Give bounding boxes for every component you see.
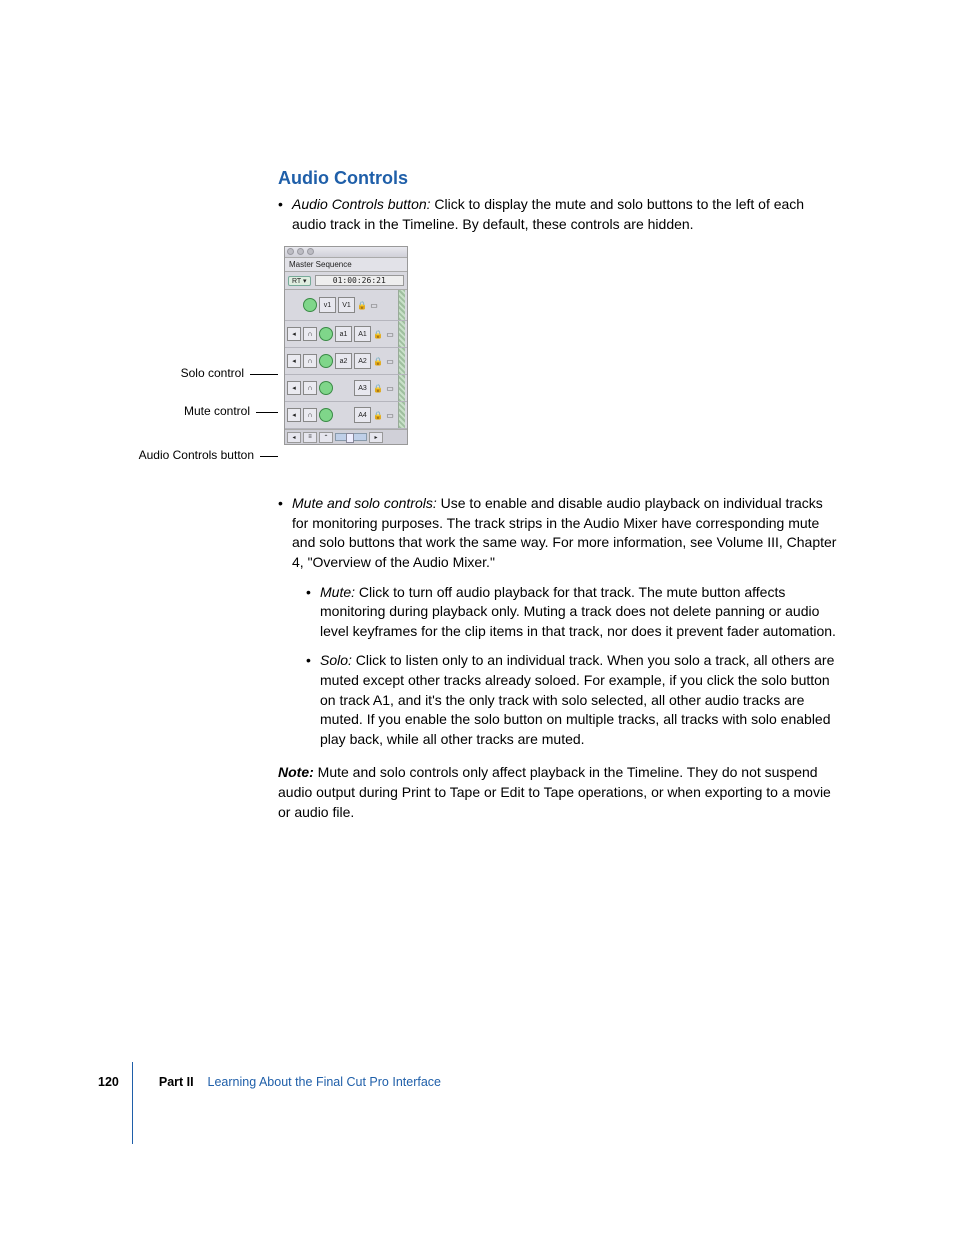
bullet-text: Click to listen only to an individual tr… [320,652,834,746]
page-footer: 120 Part II Learning About the Final Cut… [98,1075,441,1089]
timeline-panel: Master Sequence RT ▾ 01:00:26:21 v1 V1 🔒… [284,246,408,445]
term: Mute and solo controls: [292,495,437,511]
part-title: Learning About the Final Cut Pro Interfa… [208,1075,441,1089]
sub-bullet-mute: Mute: Click to turn off audio playback f… [306,583,838,642]
bullet-text: Click to turn off audio playback for tha… [320,584,836,639]
clip-overlays-button[interactable]: ≡ [303,432,317,443]
zoom-slider[interactable] [335,433,367,441]
dest-track-label[interactable]: A2 [354,353,371,369]
source-track-label[interactable]: v1 [319,297,336,313]
audible-toggle-icon[interactable] [319,327,333,341]
mute-button[interactable]: ◂ [287,408,301,422]
source-track-label[interactable]: a1 [335,326,352,342]
dest-track-label[interactable]: A4 [354,407,371,423]
callout-column: Solo control Mute control Audio Controls… [118,246,278,476]
sub-bullet-list: Mute: Click to turn off audio playback f… [306,583,838,750]
clip-edge [398,348,405,374]
sub-bullet-solo: Solo: Click to listen only to an individ… [306,651,838,749]
audible-toggle-icon[interactable] [319,354,333,368]
callout-audio-controls-button: Audio Controls button [139,448,278,462]
bullet-audio-controls-button: Audio Controls button: Click to display … [278,195,838,234]
term: Audio Controls button: [292,196,431,212]
audible-toggle-icon[interactable] [319,408,333,422]
page-number: 120 [98,1075,119,1089]
audio-controls-button[interactable]: ◂ [287,432,301,443]
track-row-a3: ◂ ∩ A3 🔒 ▭ [285,375,407,402]
note-paragraph: Note: Mute and solo controls only affect… [278,763,838,822]
track-row-a4: ◂ ∩ A4 🔒 ▭ [285,402,407,429]
solo-button[interactable]: ∩ [303,327,317,341]
track-vis-icon[interactable]: ▭ [385,355,395,367]
track-height-button[interactable]: ⌃ [319,432,333,443]
timeline-header: RT ▾ 01:00:26:21 [285,272,407,290]
section-heading: Audio Controls [278,168,838,189]
mute-button[interactable]: ◂ [287,354,301,368]
window-titlebar [285,247,407,258]
figure: Solo control Mute control Audio Controls… [278,246,838,476]
mute-button[interactable]: ◂ [287,381,301,395]
term: Solo: [320,652,352,668]
track-row-a1: ◂ ∩ a1 A1 🔒 ▭ [285,321,407,348]
scroll-right-button[interactable]: ▸ [369,432,383,443]
current-timecode[interactable]: 01:00:26:21 [315,275,404,286]
audible-toggle-icon[interactable] [319,381,333,395]
part-label: Part II [159,1075,194,1089]
callout-mute: Mute control [184,404,278,418]
source-track-label[interactable]: a2 [335,353,352,369]
mute-button[interactable]: ◂ [287,327,301,341]
lock-icon[interactable]: 🔒 [373,328,383,340]
rt-popup-button[interactable]: RT ▾ [288,276,311,286]
track-vis-icon[interactable]: ▭ [385,409,395,421]
footer-text: Part II Learning About the Final Cut Pro… [159,1075,441,1089]
traffic-light-icon[interactable] [297,248,304,255]
note-text: Mute and solo controls only affect playb… [278,764,831,819]
term: Mute: [320,584,355,600]
lock-icon[interactable]: 🔒 [357,299,367,311]
sequence-tab[interactable]: Master Sequence [285,258,407,272]
track-row-a2: ◂ ∩ a2 A2 🔒 ▭ [285,348,407,375]
lock-icon[interactable]: 🔒 [373,409,383,421]
lock-icon[interactable]: 🔒 [373,355,383,367]
clip-edge [398,290,405,320]
solo-button[interactable]: ∩ [303,381,317,395]
track-row-v1: v1 V1 🔒 ▭ [285,290,407,321]
solo-button[interactable]: ∩ [303,408,317,422]
callout-solo: Solo control [181,366,278,380]
timeline-footer: ◂ ≡ ⌃ ▸ [285,429,407,444]
bullet-mute-solo-controls: Mute and solo controls: Use to enable an… [278,494,838,749]
content-column: Audio Controls Audio Controls button: Cl… [278,168,838,836]
dest-track-label[interactable]: A3 [354,380,371,396]
clip-edge [398,402,405,428]
track-vis-icon[interactable]: ▭ [385,382,395,394]
clip-edge [398,321,405,347]
traffic-light-icon[interactable] [287,248,294,255]
traffic-light-icon[interactable] [307,248,314,255]
dest-track-label[interactable]: V1 [338,297,355,313]
track-vis-icon[interactable]: ▭ [385,328,395,340]
dest-track-label[interactable]: A1 [354,326,371,342]
lock-icon[interactable]: 🔒 [373,382,383,394]
note-label: Note: [278,764,314,780]
bullet-list: Audio Controls button: Click to display … [278,195,838,234]
bullet-list-2: Mute and solo controls: Use to enable an… [278,494,838,749]
clip-edge [398,375,405,401]
track-vis-icon[interactable]: ▭ [369,299,379,311]
page: Audio Controls Audio Controls button: Cl… [0,0,954,1235]
solo-button[interactable]: ∩ [303,354,317,368]
visibility-toggle-icon[interactable] [303,298,317,312]
